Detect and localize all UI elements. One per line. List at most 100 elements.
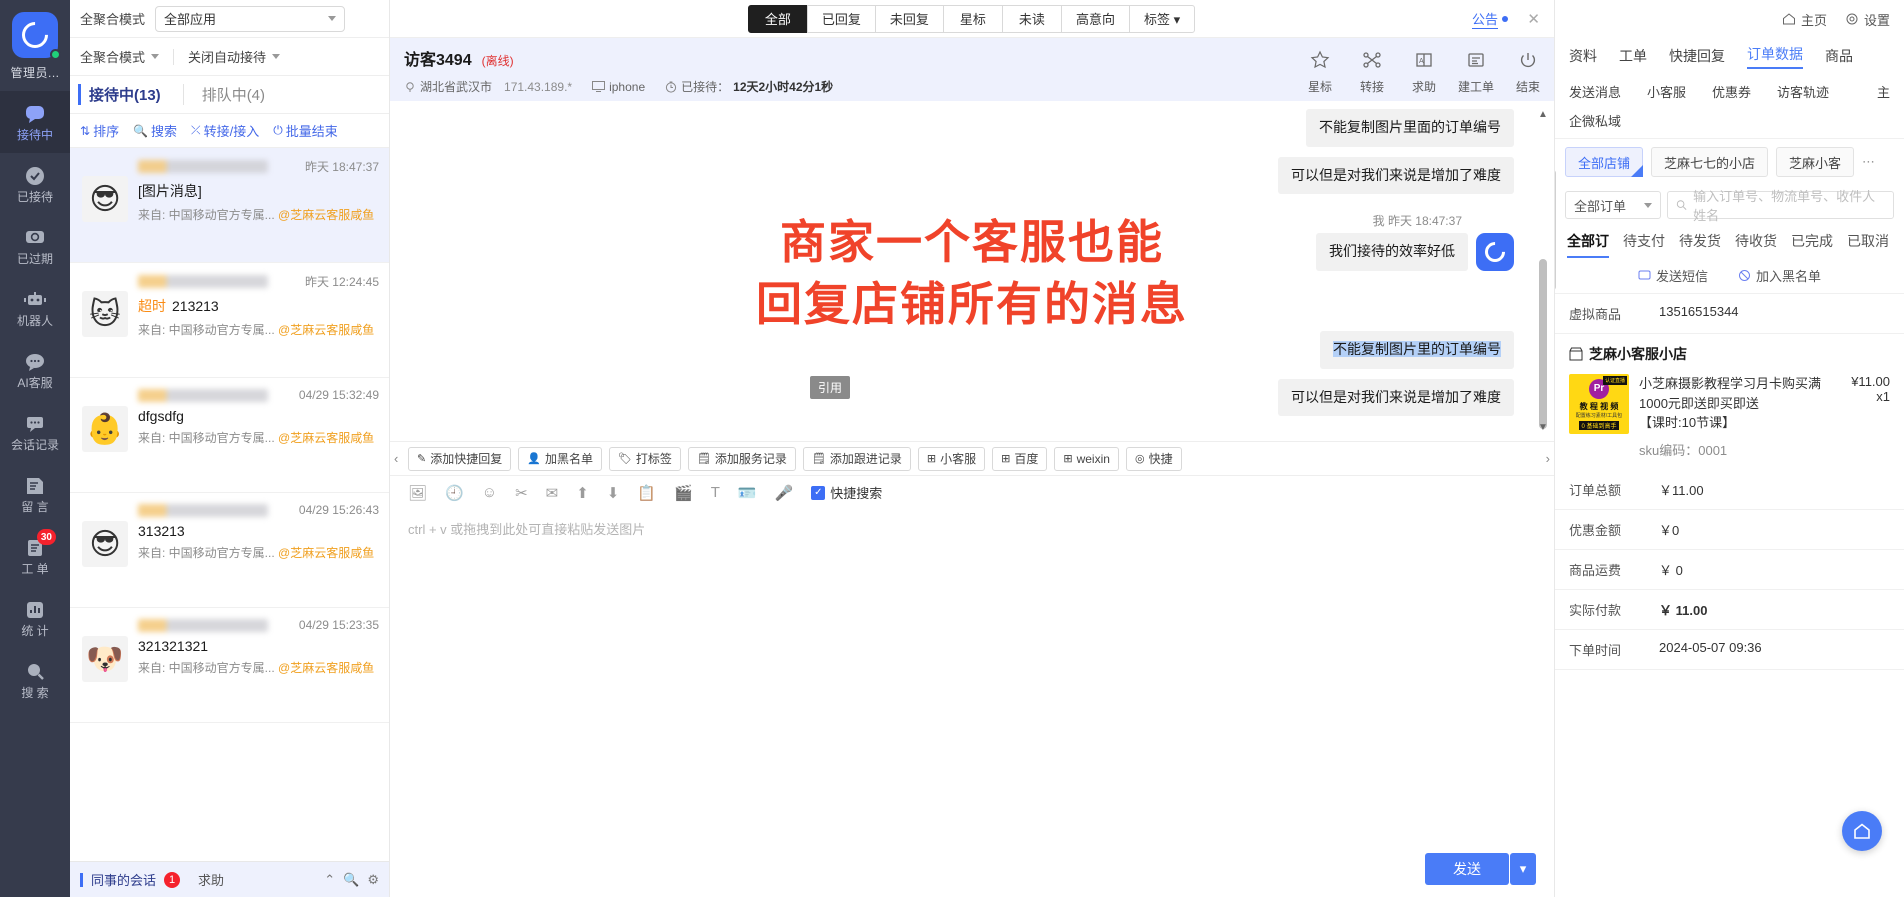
order-tab-1[interactable]: 待支付 xyxy=(1623,231,1665,258)
list-item[interactable]: 😎 04/29 15:26:43 313213 来自: 中国移动官方专属... @芝麻… xyxy=(70,493,389,608)
list-item[interactable]: 👶 04/29 15:32:49 dfgsdfg 来自: 中国移动官方专属... @芝… xyxy=(70,378,389,493)
quick-action-3[interactable]: 🗒 添加服务记录 xyxy=(687,446,796,471)
list-op-1[interactable]: 🔍 搜索 xyxy=(133,121,177,140)
tab-serving[interactable]: 接待中(13) xyxy=(78,84,161,105)
image-icon[interactable]: 🖼 xyxy=(408,484,427,502)
sidebar-item-9[interactable]: 搜 索 xyxy=(0,649,70,711)
scroll-down-icon[interactable]: ▼ xyxy=(1538,422,1548,433)
chat-tool-求助[interactable]: A 求助 xyxy=(1398,38,1450,95)
quick-action-7[interactable]: ⊞ weixin xyxy=(1054,446,1119,471)
collapse-icon[interactable]: ⌃ xyxy=(324,872,335,888)
panel-chip-1[interactable]: 小客服 xyxy=(1647,82,1686,101)
scroll-up-icon[interactable]: ▲ xyxy=(1538,109,1548,120)
filter-button-5[interactable]: 高意向 xyxy=(1060,4,1130,33)
messages-scrollbar[interactable]: ▲ ▼ xyxy=(1538,109,1548,433)
list-op-0[interactable]: ⇅ 排序 xyxy=(80,121,119,140)
home-fab-button[interactable] xyxy=(1842,811,1882,851)
tab-1[interactable]: 工单 xyxy=(1619,46,1647,66)
quick-search-toggle[interactable]: ✓ 快捷搜索 xyxy=(811,483,882,502)
quick-action-4[interactable]: 🗒 添加跟进记录 xyxy=(802,446,911,471)
order-tab-2[interactable]: 待发货 xyxy=(1679,231,1721,258)
help-label[interactable]: 求助 xyxy=(198,870,224,889)
tab-queue[interactable]: 排队中(4) xyxy=(182,84,265,105)
sidebar-item-6[interactable]: 留 言 xyxy=(0,463,70,525)
auto-receive-label[interactable]: 关闭自动接待 xyxy=(188,47,266,66)
sidebar-item-8[interactable]: 统 计 xyxy=(0,587,70,649)
conversation-list[interactable]: 😎 昨天 18:47:37 [图片消息] 来自: 中国移动官方专属... @芝麻云客服… xyxy=(70,148,389,861)
right-panel-scrollbar[interactable] xyxy=(1555,170,1556,290)
video-icon[interactable]: 🎬 xyxy=(674,484,693,502)
home-link[interactable]: 主页 xyxy=(1782,10,1827,29)
tab-0[interactable]: 资料 xyxy=(1569,46,1597,66)
filter-button-1[interactable]: 已回复 xyxy=(806,4,876,33)
blacklist-action[interactable]: 加入黑名单 xyxy=(1738,266,1821,285)
quick-action-6[interactable]: ⊞ 百度 xyxy=(992,446,1048,471)
list-item[interactable]: 🐶 04/29 15:23:35 321321321 来自: 中国移动官方专属... … xyxy=(70,608,389,723)
sidebar-item-2[interactable]: 已过期 xyxy=(0,215,70,277)
quickbar-prev-icon[interactable]: ‹ xyxy=(394,451,398,466)
panel-chip-2[interactable]: 优惠券 xyxy=(1712,82,1751,101)
order-tab-4[interactable]: 已完成 xyxy=(1791,231,1833,258)
mic-icon[interactable]: 🎤 xyxy=(775,484,794,502)
messages-area[interactable]: 不能复制图片里面的订单编号 可以但是对我们来说是增加了难度 我 昨天 18:47… xyxy=(390,101,1554,441)
tab-3[interactable]: 订单数据 xyxy=(1747,44,1803,69)
announcement-label[interactable]: 公告 xyxy=(1471,9,1498,29)
send-button[interactable]: 发送 xyxy=(1425,853,1509,885)
text-icon[interactable]: T xyxy=(711,484,720,501)
chat-tool-星标[interactable]: 星标 xyxy=(1294,38,1346,95)
scrollbar-thumb[interactable] xyxy=(1539,259,1547,429)
quote-tooltip[interactable]: 引用 xyxy=(810,376,851,399)
order-tab-5[interactable]: 已取消 xyxy=(1847,231,1889,258)
form-icon[interactable]: 📋 xyxy=(637,484,656,502)
download-icon[interactable]: ⬇ xyxy=(607,484,620,502)
search-icon-colleague[interactable]: 🔍 xyxy=(343,872,359,888)
chevron-down-icon-3[interactable] xyxy=(272,54,281,59)
quick-action-2[interactable]: 🏷 打标签 xyxy=(608,446,681,471)
panel-chip-3[interactable]: 访客轨迹 xyxy=(1777,82,1829,101)
quickbar-next-icon[interactable]: › xyxy=(1546,451,1550,466)
panel-chip2-0[interactable]: 企微私域 xyxy=(1569,111,1621,130)
quick-action-8[interactable]: ◎ 快捷 xyxy=(1125,446,1182,471)
at-icon[interactable]: ✉ xyxy=(546,484,559,502)
list-op-2[interactable]: ⤫ 转接/接入 xyxy=(191,121,259,140)
tab-4[interactable]: 商品 xyxy=(1825,46,1853,66)
filter-button-0[interactable]: 全部 xyxy=(747,4,808,33)
settings-link[interactable]: 设置 xyxy=(1845,10,1890,29)
quick-action-1[interactable]: 👤 加黑名单 xyxy=(518,446,602,471)
history-icon[interactable]: 🕘 xyxy=(445,484,464,502)
sidebar-item-3[interactable]: 机器人 xyxy=(0,277,70,339)
shop-tab-1[interactable]: 芝麻七七的小店 xyxy=(1651,147,1769,177)
list-op-3[interactable]: ⏻ 批量结束 xyxy=(273,121,338,140)
chat-tool-建工单[interactable]: 建工单 xyxy=(1450,38,1502,95)
app-select[interactable]: 全部应用 xyxy=(155,5,346,32)
sidebar-item-4[interactable]: AI客服 xyxy=(0,339,70,401)
shop-tab-2[interactable]: 芝麻小客 xyxy=(1776,147,1855,177)
panel-chip-extra[interactable]: 主 xyxy=(1877,82,1890,101)
upload-icon[interactable]: ⬆ xyxy=(576,484,589,502)
order-tab-3[interactable]: 待收货 xyxy=(1735,231,1777,258)
announcement[interactable]: 公告 xyxy=(1471,9,1508,29)
filter-button-2[interactable]: 未回复 xyxy=(874,4,944,33)
chat-tool-转接[interactable]: 转接 xyxy=(1346,38,1398,95)
quick-action-0[interactable]: ✎ 添加快捷回复 xyxy=(408,446,512,471)
filter-button-3[interactable]: 星标 xyxy=(942,4,1003,33)
order-tab-0[interactable]: 全部订 xyxy=(1567,231,1609,258)
tab-2[interactable]: 快捷回复 xyxy=(1669,46,1725,66)
checkbox-icon[interactable]: ✓ xyxy=(811,485,826,500)
chevron-down-icon-2[interactable] xyxy=(151,54,160,59)
sidebar-item-5[interactable]: 会话记录 xyxy=(0,401,70,463)
sidebar-item-1[interactable]: 已接待 xyxy=(0,153,70,215)
order-search-input[interactable]: 输入订单号、物流单号、收件人姓名 xyxy=(1667,189,1894,223)
list-item[interactable]: 🐱 昨天 12:24:45 超时 213213 来自: 中国移动官方专属... @芝麻云… xyxy=(70,263,389,378)
order-filter-select[interactable]: 全部订单 xyxy=(1565,191,1662,219)
message-input[interactable]: ctrl + v 或拖拽到此处可直接粘贴发送图片 xyxy=(390,509,1554,853)
close-icon[interactable]: ✕ xyxy=(1527,10,1540,28)
list-item[interactable]: 😎 昨天 18:47:37 [图片消息] 来自: 中国移动官方专属... @芝麻云客服… xyxy=(70,148,389,263)
shop-tab-0[interactable]: 全部店铺 xyxy=(1565,147,1644,177)
quick-action-5[interactable]: ⊞ 小客服 xyxy=(917,446,986,471)
chat-tool-结束[interactable]: 结束 xyxy=(1502,38,1554,95)
send-options-caret-icon[interactable]: ▾ xyxy=(1510,853,1536,885)
sidebar-item-7[interactable]: 工 单 30 xyxy=(0,525,70,587)
send-sms-action[interactable]: 发送短信 xyxy=(1638,266,1708,285)
filter-button-4[interactable]: 未读 xyxy=(1001,4,1062,33)
